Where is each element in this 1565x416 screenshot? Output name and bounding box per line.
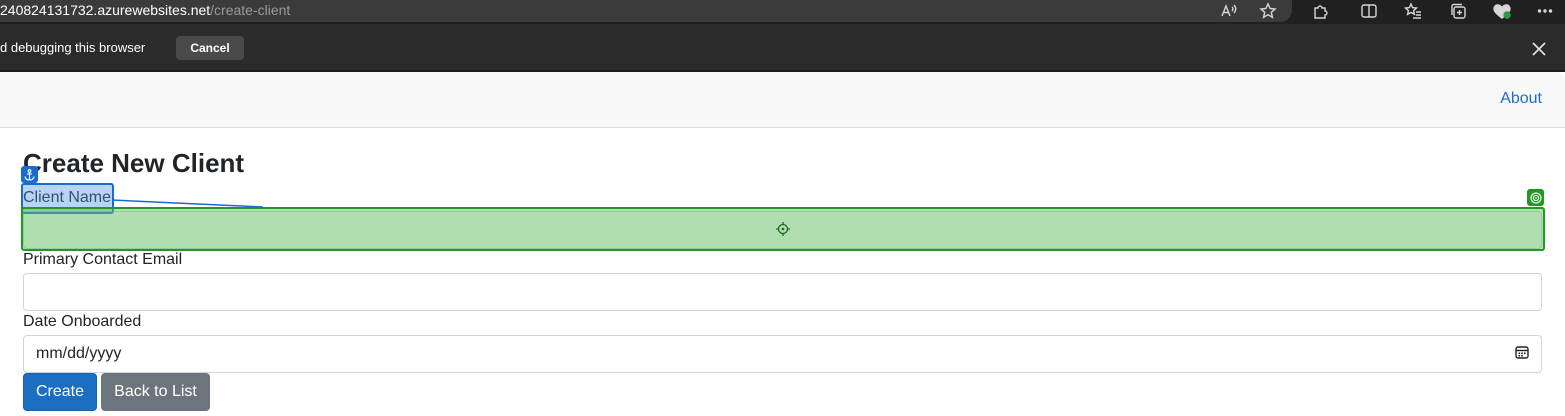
favorites-icon[interactable] (1402, 0, 1424, 22)
collections-icon[interactable] (1447, 0, 1469, 22)
calendar-icon[interactable] (1515, 345, 1529, 364)
primary-contact-email-label: Primary Contact Email (23, 251, 183, 268)
back-to-list-button[interactable]: Back to List (101, 373, 210, 411)
annotation-connector (111, 199, 264, 208)
read-aloud-icon[interactable] (1218, 0, 1240, 22)
date-placeholder: mm/dd/yyyy (36, 345, 122, 362)
nav-about-link[interactable]: About (1500, 90, 1542, 108)
date-onboarded-label: Date Onboarded (23, 313, 142, 330)
primary-contact-email-input[interactable] (23, 273, 1542, 311)
create-button[interactable]: Create (23, 373, 97, 411)
split-screen-icon[interactable] (1358, 0, 1380, 22)
favorite-star-icon[interactable] (1257, 0, 1279, 22)
browser-essentials-icon[interactable] (1491, 0, 1513, 22)
target-icon (1527, 189, 1544, 206)
close-icon[interactable] (1528, 38, 1550, 60)
crosshair-icon (776, 222, 790, 241)
more-icon[interactable] (1534, 0, 1556, 22)
anchor-icon (21, 166, 38, 183)
date-onboarded-input[interactable]: mm/dd/yyyy (23, 335, 1542, 373)
extensions-icon[interactable] (1310, 0, 1332, 22)
